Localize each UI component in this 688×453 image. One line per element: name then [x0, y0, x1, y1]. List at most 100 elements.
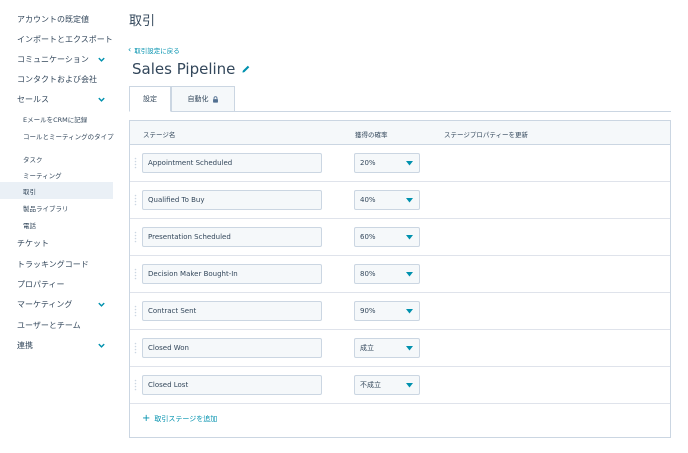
- column-header-stage-name: ステージ名: [143, 131, 176, 139]
- tab-label: 設定: [143, 95, 157, 103]
- stage-name-input[interactable]: Decision Maker Bought-In: [142, 264, 322, 284]
- stage-name-input[interactable]: Contract Sent: [142, 301, 322, 321]
- sidebar-item-label: 連携: [17, 341, 33, 350]
- probability-select[interactable]: 90%: [354, 301, 420, 321]
- caret-down-icon: [406, 272, 413, 277]
- lock-icon: [212, 95, 219, 103]
- drag-handle-icon[interactable]: [134, 231, 137, 243]
- chevron-left-icon: ‹: [128, 45, 132, 54]
- tab-bar: 設定 自動化: [129, 86, 671, 112]
- sidebar-item-label: セールス: [17, 95, 49, 104]
- sidebar: アカウントの既定値 インポートとエクスポート コミュニケーション コンタクトおよ…: [0, 0, 114, 453]
- sidebar-item-phone[interactable]: 電話: [0, 216, 113, 233]
- table-row: Qualified To Buy 40%: [130, 182, 670, 219]
- sidebar-item-label: インポートとエクスポート: [17, 35, 113, 44]
- sidebar-item-call-meeting-types[interactable]: コールとミーティングのタイプ: [0, 127, 114, 144]
- sidebar-item-tasks[interactable]: タスク: [0, 150, 113, 167]
- probability-value: 不成立: [360, 381, 381, 389]
- caret-down-icon: [406, 198, 413, 203]
- drag-handle-icon[interactable]: [134, 342, 137, 354]
- caret-down-icon: [406, 346, 413, 351]
- sidebar-item-product-library[interactable]: 製品ライブラリ: [0, 199, 113, 216]
- drag-handle-icon[interactable]: [134, 268, 137, 280]
- column-header-property-update: ステージプロパティーを更新: [444, 131, 528, 139]
- tab-label: 自動化: [187, 95, 209, 103]
- sidebar-item-email-log[interactable]: EメールをCRMに記録: [0, 110, 113, 127]
- sidebar-item-integrations[interactable]: 連携: [0, 337, 113, 354]
- probability-value: 60%: [360, 233, 376, 241]
- table-row: Closed Lost 不成立: [130, 367, 670, 404]
- column-header-probability: 獲得の確率: [355, 131, 388, 139]
- pipeline-title: Sales Pipeline: [132, 60, 251, 78]
- sidebar-item-account-defaults[interactable]: アカウントの既定値: [0, 11, 113, 28]
- sidebar-item-label: アカウントの既定値: [17, 15, 89, 24]
- sidebar-item-contacts-companies[interactable]: コンタクトおよび会社: [0, 71, 113, 88]
- table-row: Closed Won 成立: [130, 330, 670, 367]
- plus-icon: +: [142, 413, 151, 424]
- add-stage-button[interactable]: + 取引ステージを追加: [142, 414, 217, 424]
- back-link-label: 取引設定に戻る: [134, 47, 180, 55]
- sidebar-item-label: コンタクトおよび会社: [17, 75, 97, 84]
- sidebar-item-users-teams[interactable]: ユーザーとチーム: [0, 317, 113, 334]
- probability-value: 20%: [360, 159, 376, 167]
- probability-select[interactable]: 成立: [354, 338, 420, 358]
- caret-down-icon: [406, 161, 413, 166]
- probability-value: 80%: [360, 270, 376, 278]
- pipeline-name: Sales Pipeline: [132, 60, 236, 78]
- probability-select[interactable]: 20%: [354, 153, 420, 173]
- stage-name-input[interactable]: Closed Won: [142, 338, 322, 358]
- sidebar-item-meetings[interactable]: ミーティング: [0, 166, 113, 183]
- sidebar-item-label: ミーティング: [23, 171, 62, 180]
- sidebar-item-tickets[interactable]: チケット: [0, 235, 113, 252]
- page-title: 取引: [129, 14, 156, 29]
- table-row: Appointment Scheduled 20%: [130, 145, 670, 182]
- chevron-down-icon[interactable]: [97, 55, 106, 64]
- table-row: Decision Maker Bought-In 80%: [130, 256, 670, 293]
- chevron-down-icon[interactable]: [97, 95, 106, 104]
- chevron-down-icon[interactable]: [97, 341, 106, 350]
- drag-handle-icon[interactable]: [134, 305, 137, 317]
- sidebar-item-tracking-code[interactable]: トラッキングコード: [0, 256, 113, 273]
- probability-select[interactable]: 60%: [354, 227, 420, 247]
- sidebar-item-deals[interactable]: 取引: [0, 182, 113, 199]
- table-row: Contract Sent 90%: [130, 293, 670, 330]
- probability-value: 90%: [360, 307, 376, 315]
- back-link[interactable]: ‹ 取引設定に戻る: [128, 45, 180, 56]
- probability-value: 40%: [360, 196, 376, 204]
- probability-select[interactable]: 80%: [354, 264, 420, 284]
- drag-handle-icon[interactable]: [134, 379, 137, 391]
- probability-select[interactable]: 不成立: [354, 375, 420, 395]
- sidebar-item-properties[interactable]: プロパティー: [0, 276, 113, 293]
- sidebar-item-label: プロパティー: [17, 280, 65, 289]
- caret-down-icon: [406, 383, 413, 388]
- pencil-icon[interactable]: [241, 64, 251, 74]
- drag-handle-icon[interactable]: [134, 157, 137, 169]
- drag-handle-icon[interactable]: [134, 194, 137, 206]
- sidebar-item-sales[interactable]: セールス: [0, 91, 113, 108]
- sidebar-item-label: ユーザーとチーム: [17, 321, 81, 330]
- add-stage-label: 取引ステージを追加: [154, 415, 218, 423]
- stage-name-input[interactable]: Appointment Scheduled: [142, 153, 322, 173]
- sidebar-item-marketing[interactable]: マーケティング: [0, 296, 113, 313]
- tab-automation[interactable]: 自動化: [171, 86, 235, 112]
- sidebar-item-label: チケット: [17, 239, 49, 248]
- stages-table: ステージ名 獲得の確率 ステージプロパティーを更新 Appointment Sc…: [129, 120, 671, 438]
- stage-name-input[interactable]: Closed Lost: [142, 375, 322, 395]
- sidebar-item-import-export[interactable]: インポートとエクスポート: [0, 31, 113, 48]
- sidebar-item-communication[interactable]: コミュニケーション: [0, 51, 113, 68]
- probability-select[interactable]: 40%: [354, 190, 420, 210]
- sidebar-item-label: EメールをCRMに記録: [23, 115, 88, 124]
- sidebar-item-label: 製品ライブラリ: [23, 204, 69, 213]
- sidebar-item-label: 電話: [23, 221, 36, 230]
- stage-name-input[interactable]: Presentation Scheduled: [142, 227, 322, 247]
- sidebar-item-label: トラッキングコード: [17, 260, 89, 269]
- caret-down-icon: [406, 309, 413, 314]
- tab-settings[interactable]: 設定: [129, 86, 171, 112]
- probability-value: 成立: [360, 344, 374, 352]
- sidebar-item-label: コールとミーティングのタイプ: [23, 132, 114, 141]
- sidebar-item-label: タスク: [23, 155, 43, 164]
- sidebar-item-label: コミュニケーション: [17, 55, 89, 64]
- chevron-down-icon[interactable]: [97, 300, 106, 309]
- stage-name-input[interactable]: Qualified To Buy: [142, 190, 322, 210]
- caret-down-icon: [406, 235, 413, 240]
